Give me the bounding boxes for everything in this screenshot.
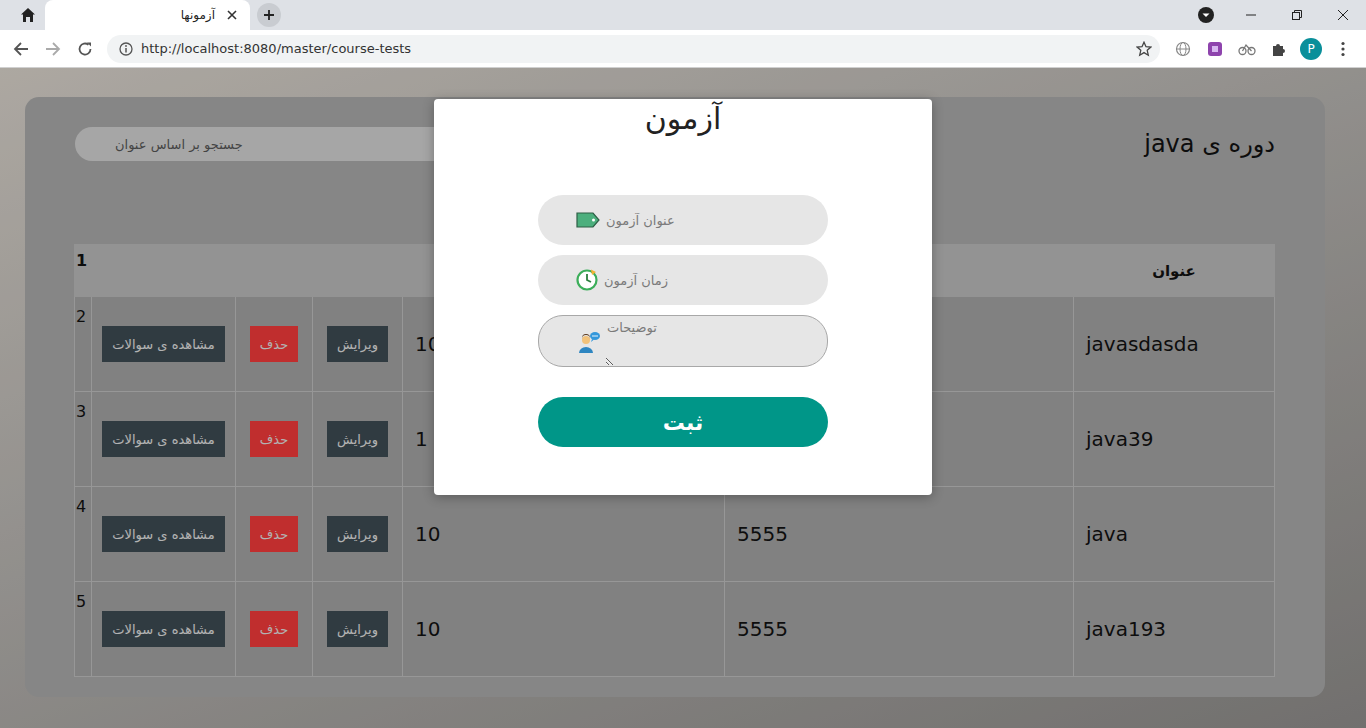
star-icon[interactable] bbox=[1136, 41, 1152, 57]
person-chat-icon bbox=[577, 330, 601, 354]
time-input[interactable] bbox=[602, 273, 828, 288]
restore-button[interactable] bbox=[1274, 0, 1320, 30]
translate-icon bbox=[1207, 41, 1223, 57]
home-icon bbox=[20, 7, 36, 23]
test-form: ثبت bbox=[538, 195, 828, 447]
restore-icon bbox=[1291, 9, 1303, 21]
menu-button[interactable] bbox=[1327, 33, 1359, 65]
puzzle-icon bbox=[1271, 41, 1287, 57]
extension-button[interactable] bbox=[1167, 33, 1199, 65]
forward-button[interactable] bbox=[37, 33, 69, 65]
forward-arrow-icon bbox=[45, 41, 61, 57]
browser-window: آزمونها http://localhost:8080/master/cou… bbox=[0, 0, 1366, 728]
tab-strip: آزمونها bbox=[0, 0, 1366, 30]
modal-title: آزمون bbox=[645, 99, 721, 139]
browser-tab[interactable]: آزمونها bbox=[45, 0, 250, 30]
profile-avatar: P bbox=[1300, 38, 1322, 60]
url-text: http://localhost:8080/master/course-test… bbox=[141, 41, 411, 56]
bike-icon bbox=[1238, 41, 1256, 57]
plus-icon bbox=[263, 9, 275, 21]
toolbar: http://localhost:8080/master/course-test… bbox=[0, 30, 1366, 68]
extensions-button[interactable] bbox=[1263, 33, 1295, 65]
page: دوره ی java عنوان1javasdasda10ویرایشحذفم… bbox=[0, 68, 1366, 728]
close-tab-icon[interactable] bbox=[226, 9, 238, 21]
test-modal: آزمون ثبت bbox=[434, 99, 932, 495]
tab-title: آزمونها bbox=[181, 8, 215, 22]
reload-icon bbox=[77, 41, 93, 57]
tab-search-button[interactable] bbox=[1191, 0, 1221, 30]
reload-button[interactable] bbox=[69, 33, 101, 65]
profile-button[interactable]: P bbox=[1295, 33, 1327, 65]
chevron-down-icon bbox=[1198, 7, 1214, 23]
globe-icon bbox=[1175, 41, 1191, 57]
extension-button[interactable] bbox=[1231, 33, 1263, 65]
address-bar[interactable]: http://localhost:8080/master/course-test… bbox=[107, 35, 1160, 63]
description-input[interactable] bbox=[605, 316, 827, 366]
title-field bbox=[538, 195, 828, 245]
more-vertical-icon bbox=[1341, 41, 1345, 57]
time-field bbox=[538, 255, 828, 305]
close-window-button[interactable] bbox=[1320, 0, 1366, 30]
new-tab-button[interactable] bbox=[257, 3, 281, 27]
submit-button[interactable]: ثبت bbox=[538, 397, 828, 447]
title-input[interactable] bbox=[604, 213, 828, 228]
description-field bbox=[538, 315, 828, 367]
clock-icon bbox=[576, 269, 598, 291]
home-tab[interactable] bbox=[0, 0, 45, 30]
minimize-button[interactable] bbox=[1228, 0, 1274, 30]
close-icon bbox=[1337, 9, 1349, 21]
minimize-icon bbox=[1245, 9, 1257, 21]
extension-button[interactable] bbox=[1199, 33, 1231, 65]
back-button[interactable] bbox=[5, 33, 37, 65]
info-icon bbox=[119, 42, 133, 56]
back-arrow-icon bbox=[13, 41, 29, 57]
tag-icon bbox=[576, 212, 600, 228]
